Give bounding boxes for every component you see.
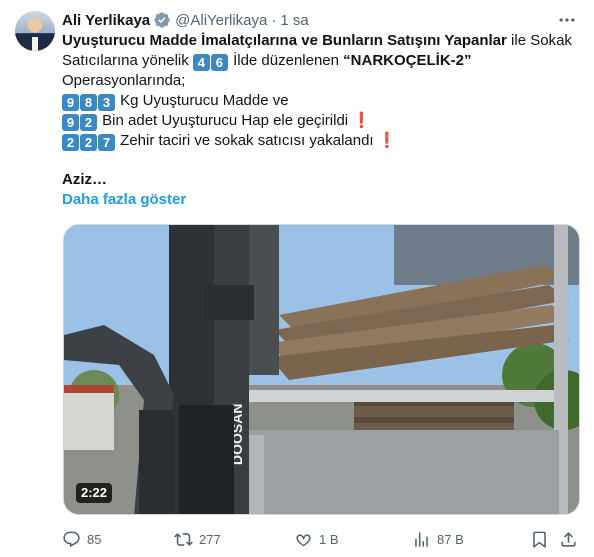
keycap: 9	[62, 114, 79, 131]
views-button[interactable]: 87 B	[412, 528, 464, 550]
author-handle[interactable]: @AliYerlikaya	[175, 12, 267, 29]
keycap: 8	[80, 94, 97, 111]
keycap: 2	[62, 134, 79, 151]
video-frame: DOOSAN	[64, 225, 579, 514]
keycap: 6	[210, 54, 228, 71]
action-bar: 85 277 1 B 87 B	[62, 528, 582, 550]
author-name[interactable]: Ali Yerlikaya	[62, 12, 150, 29]
verified-badge-icon	[154, 12, 170, 28]
keycap: 7	[98, 134, 115, 151]
tweet-header: Ali Yerlikaya @AliYerlikaya · 1 sa	[62, 10, 309, 30]
share-icon	[561, 531, 576, 547]
more-icon[interactable]	[557, 10, 577, 30]
truncated-text: Aziz…	[62, 171, 107, 188]
separator-dot: ·	[271, 11, 277, 29]
keycap: 2	[80, 134, 97, 151]
keycap: 3	[98, 94, 115, 111]
stat-row-2: 92 Bin adet Uyuşturucu Hap ele geçirildi…	[62, 111, 582, 131]
repost-count: 277	[199, 531, 221, 547]
like-count: 1 B	[319, 531, 339, 547]
tweet[interactable]: Ali Yerlikaya @AliYerlikaya · 1 sa Uyuşt…	[0, 0, 594, 557]
bookmark-button[interactable]	[530, 528, 555, 550]
show-more-link[interactable]: Daha fazla göster	[62, 190, 582, 210]
tweet-text: Uyuşturucu Madde İmalatçılarına ve Bunla…	[62, 31, 582, 210]
views-icon	[415, 531, 428, 547]
repost-button[interactable]: 277	[174, 528, 221, 550]
like-icon	[296, 533, 311, 546]
text-line-2: Satıcılarına yönelik 46 İlde düzenlenen …	[62, 52, 472, 71]
reply-button[interactable]: 85	[62, 528, 101, 550]
video-duration: 2:22	[76, 483, 113, 503]
exclamation-icon: ❗	[352, 112, 371, 129]
views-count: 87 B	[437, 531, 464, 547]
reply-icon	[63, 531, 80, 547]
keycap: 2	[80, 114, 97, 131]
stat-row-3: 227 Zehir taciri ve sokak satıcısı yakal…	[62, 131, 582, 151]
text-line-3: Operasyonlarında;	[62, 72, 186, 89]
like-button[interactable]: 1 B	[294, 528, 339, 550]
share-button[interactable]	[559, 528, 584, 550]
bookmark-icon	[533, 531, 546, 548]
text-line-1: Uyuşturucu Madde İmalatçılarına ve Bunla…	[62, 32, 572, 49]
post-time[interactable]: 1 sa	[280, 12, 308, 29]
keycap: 9	[62, 94, 79, 111]
stat-row-1: 983 Kg Uyuşturucu Madde ve	[62, 91, 582, 111]
avatar[interactable]	[15, 11, 55, 51]
repost-icon	[174, 532, 193, 546]
keycap: 4	[192, 54, 210, 71]
reply-count: 85	[87, 531, 102, 547]
exclamation-icon: ❗	[377, 132, 397, 149]
video-player[interactable]: DOOSAN	[63, 224, 580, 515]
